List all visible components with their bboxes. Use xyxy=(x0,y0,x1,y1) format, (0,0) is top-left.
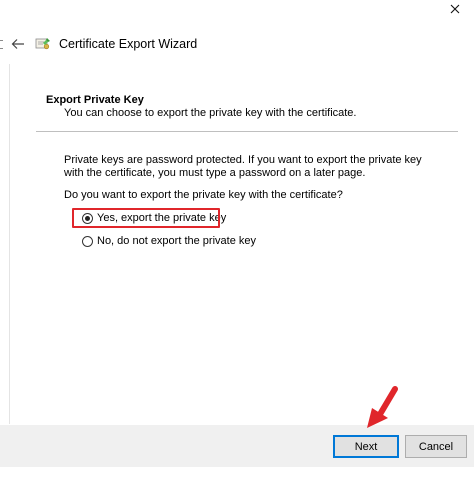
radio-option-no[interactable]: No, do not export the private key xyxy=(82,235,256,247)
back-button[interactable] xyxy=(8,34,28,54)
cancel-button[interactable]: Cancel xyxy=(405,435,467,458)
close-button[interactable] xyxy=(444,0,466,18)
red-arrow-annotation-icon xyxy=(367,386,398,428)
back-arrow-icon xyxy=(11,39,24,49)
section-subheading: You can choose to export the private key… xyxy=(64,107,357,119)
section-heading: Export Private Key xyxy=(46,94,144,106)
private-key-description: Private keys are password protected. If … xyxy=(64,154,422,179)
window-edge-mark xyxy=(0,34,3,56)
next-button[interactable]: Next xyxy=(333,435,399,458)
export-question: Do you want to export the private key wi… xyxy=(64,189,343,201)
radio-no-label[interactable]: No, do not export the private key xyxy=(97,235,256,247)
highlight-annotation-box xyxy=(72,208,220,228)
wizard-title-bar: Certificate Export Wizard xyxy=(8,34,197,54)
radio-no-button[interactable] xyxy=(82,235,93,247)
wizard-title: Certificate Export Wizard xyxy=(59,37,198,51)
close-icon xyxy=(450,4,460,14)
certificate-icon xyxy=(35,38,50,50)
wizard-footer xyxy=(0,425,474,467)
header-divider xyxy=(36,131,458,132)
certificate-export-wizard-window: Certificate Export Wizard Export Private… xyxy=(0,0,474,481)
left-divider xyxy=(9,64,10,424)
